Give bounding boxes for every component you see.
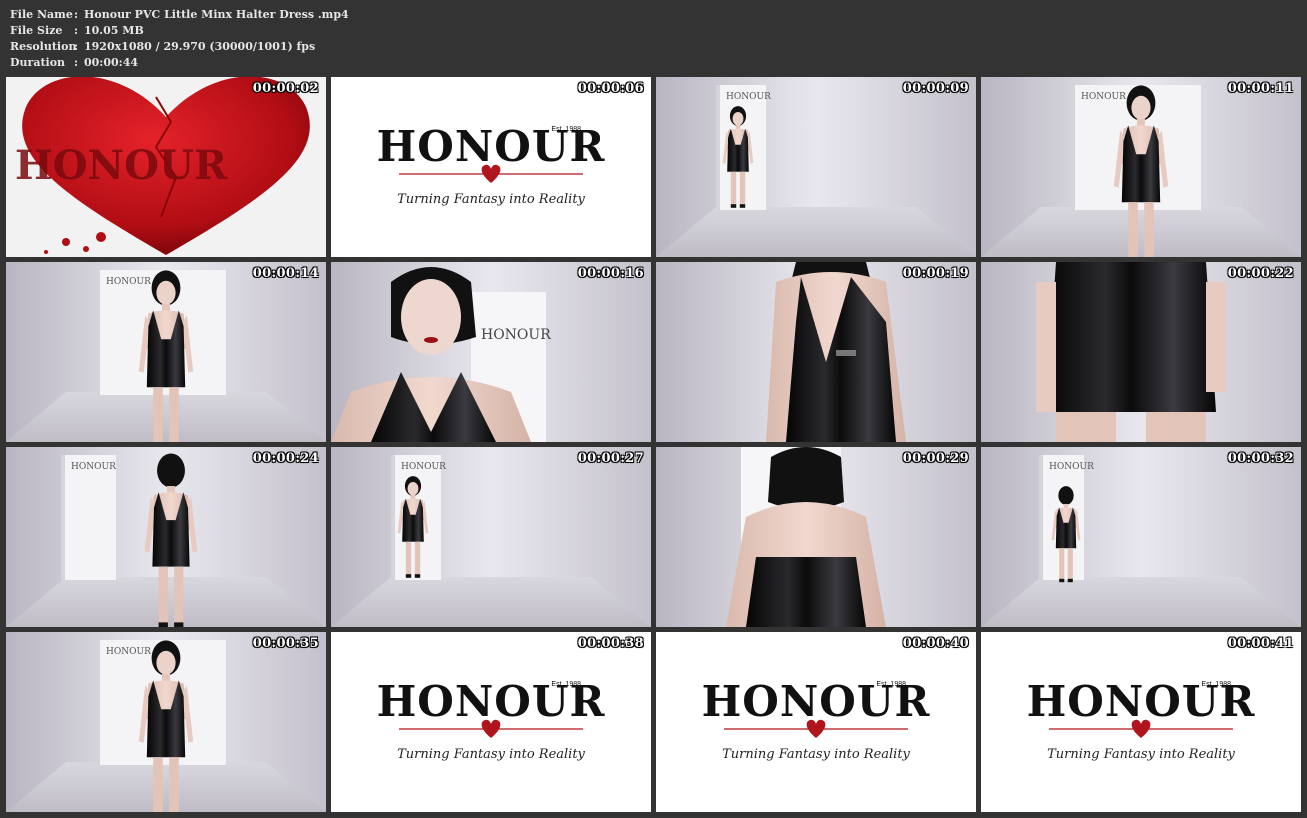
thumbnail-frame[interactable]: HONOUR 00:00:11 bbox=[981, 77, 1301, 257]
separator: : bbox=[74, 8, 79, 21]
svg-text:HONOUR: HONOUR bbox=[15, 142, 228, 189]
duration-row: Duration : 00:00:44 bbox=[10, 55, 349, 71]
file-name-row: File Name : Honour PVC Little Minx Halte… bbox=[10, 7, 349, 23]
file-info-header: File Name : Honour PVC Little Minx Halte… bbox=[10, 7, 349, 71]
svg-text:Est. 1988: Est. 1988 bbox=[1201, 681, 1231, 688]
separator: : bbox=[74, 40, 79, 53]
duration-label: Duration bbox=[10, 56, 66, 69]
timestamp-label: 00:00:14 bbox=[252, 266, 319, 281]
thumbnail-frame[interactable]: 00:00:22 bbox=[981, 262, 1301, 442]
thumbnail-frame[interactable]: HONOUR 00:00:35 bbox=[6, 632, 326, 812]
file-size-label: File Size bbox=[10, 24, 63, 37]
video-frame-image: HONOUR bbox=[6, 262, 326, 442]
svg-text:HONOUR: HONOUR bbox=[726, 92, 771, 102]
timestamp-label: 00:00:38 bbox=[577, 636, 644, 651]
video-frame-image: HONOUR bbox=[981, 447, 1301, 627]
svg-text:HONOUR: HONOUR bbox=[1049, 462, 1094, 472]
video-frame-image bbox=[656, 262, 976, 442]
thumbnail-frame[interactable]: HONOUR Est. 1988 Turning Fantasy into Re… bbox=[331, 77, 651, 257]
video-frame-image bbox=[981, 262, 1301, 442]
timestamp-label: 00:00:32 bbox=[1227, 451, 1294, 466]
thumbnail-frame[interactable]: HONOUR Est. 1988 Turning Fantasy into Re… bbox=[331, 632, 651, 812]
video-frame-image: HONOUR Est. 1988 Turning Fantasy into Re… bbox=[981, 632, 1301, 812]
timestamp-label: 00:00:11 bbox=[1227, 81, 1294, 96]
thumbnail-frame[interactable]: 00:00:29 bbox=[656, 447, 976, 627]
resolution-value: 1920x1080 / 29.970 (30000/1001) fps bbox=[84, 40, 316, 53]
resolution-label: Resolution bbox=[10, 40, 77, 53]
video-frame-image: HONOUR bbox=[6, 632, 326, 812]
svg-text:HONOUR: HONOUR bbox=[401, 462, 446, 472]
timestamp-label: 00:00:19 bbox=[902, 266, 969, 281]
timestamp-label: 00:00:24 bbox=[252, 451, 319, 466]
timestamp-label: 00:00:16 bbox=[577, 266, 644, 281]
timestamp-label: 00:00:40 bbox=[902, 636, 969, 651]
svg-text:HONOUR: HONOUR bbox=[71, 462, 116, 472]
file-size-value: 10.05 MB bbox=[84, 24, 144, 37]
video-frame-image: HONOUR bbox=[981, 77, 1301, 257]
video-frame-image: HONOUR bbox=[656, 77, 976, 257]
svg-text:Turning Fantasy into Reality: Turning Fantasy into Reality bbox=[397, 192, 585, 207]
duration-value: 00:00:44 bbox=[84, 56, 139, 69]
separator: : bbox=[74, 56, 79, 69]
svg-text:Turning Fantasy into Reality: Turning Fantasy into Reality bbox=[397, 747, 585, 762]
file-size-row: File Size : 10.05 MB bbox=[10, 23, 349, 39]
video-frame-image: HONOUR Est. 1988 Turning Fantasy into Re… bbox=[331, 632, 651, 812]
svg-text:Turning Fantasy into Reality: Turning Fantasy into Reality bbox=[1047, 747, 1235, 762]
svg-text:HONOUR: HONOUR bbox=[106, 647, 151, 657]
thumbnail-frame[interactable]: HONOUR 00:00:27 bbox=[331, 447, 651, 627]
thumbnail-frame[interactable]: HONOUR 00:00:24 bbox=[6, 447, 326, 627]
video-frame-image: HONOUR bbox=[6, 77, 326, 257]
timestamp-label: 00:00:22 bbox=[1227, 266, 1294, 281]
timestamp-label: 00:00:27 bbox=[577, 451, 644, 466]
file-name-label: File Name bbox=[10, 8, 73, 21]
thumbnail-frame[interactable]: HONOUR 00:00:32 bbox=[981, 447, 1301, 627]
video-frame-image: HONOUR Est. 1988 Turning Fantasy into Re… bbox=[331, 77, 651, 257]
thumbnail-frame[interactable]: HONOUR 00:00:14 bbox=[6, 262, 326, 442]
svg-text:Est. 1988: Est. 1988 bbox=[551, 681, 581, 688]
video-frame-image: HONOUR bbox=[331, 447, 651, 627]
svg-text:Est. 1988: Est. 1988 bbox=[551, 126, 581, 133]
thumbnail-frame[interactable]: HONOUR 00:00:09 bbox=[656, 77, 976, 257]
timestamp-label: 00:00:09 bbox=[902, 81, 969, 96]
thumbnail-frame[interactable]: HONOUR Est. 1988 Turning Fantasy into Re… bbox=[981, 632, 1301, 812]
timestamp-label: 00:00:35 bbox=[252, 636, 319, 651]
timestamp-label: 00:00:06 bbox=[577, 81, 644, 96]
resolution-row: Resolution : 1920x1080 / 29.970 (30000/1… bbox=[10, 39, 349, 55]
svg-text:Est. 1988: Est. 1988 bbox=[876, 681, 906, 688]
svg-text:Turning Fantasy into Reality: Turning Fantasy into Reality bbox=[722, 747, 910, 762]
timestamp-label: 00:00:41 bbox=[1227, 636, 1294, 651]
svg-text:HONOUR: HONOUR bbox=[106, 277, 151, 287]
video-frame-image: HONOUR bbox=[331, 262, 651, 442]
thumbnail-grid: HONOUR 00:00:02 HONOUR Est. 1988 Turning… bbox=[6, 77, 1301, 812]
file-name-value: Honour PVC Little Minx Halter Dress .mp4 bbox=[84, 8, 349, 21]
svg-text:HONOUR: HONOUR bbox=[481, 327, 551, 343]
svg-text:HONOUR: HONOUR bbox=[1081, 92, 1126, 102]
separator: : bbox=[74, 24, 79, 37]
thumbnail-frame[interactable]: HONOUR Est. 1988 Turning Fantasy into Re… bbox=[656, 632, 976, 812]
timestamp-label: 00:00:29 bbox=[902, 451, 969, 466]
thumbnail-frame[interactable]: HONOUR 00:00:02 bbox=[6, 77, 326, 257]
video-frame-image bbox=[656, 447, 976, 627]
thumbnail-frame[interactable]: 00:00:19 bbox=[656, 262, 976, 442]
video-frame-image: HONOUR Est. 1988 Turning Fantasy into Re… bbox=[656, 632, 976, 812]
timestamp-label: 00:00:02 bbox=[252, 81, 319, 96]
video-frame-image: HONOUR bbox=[6, 447, 326, 627]
thumbnail-frame[interactable]: HONOUR 00:00:16 bbox=[331, 262, 651, 442]
